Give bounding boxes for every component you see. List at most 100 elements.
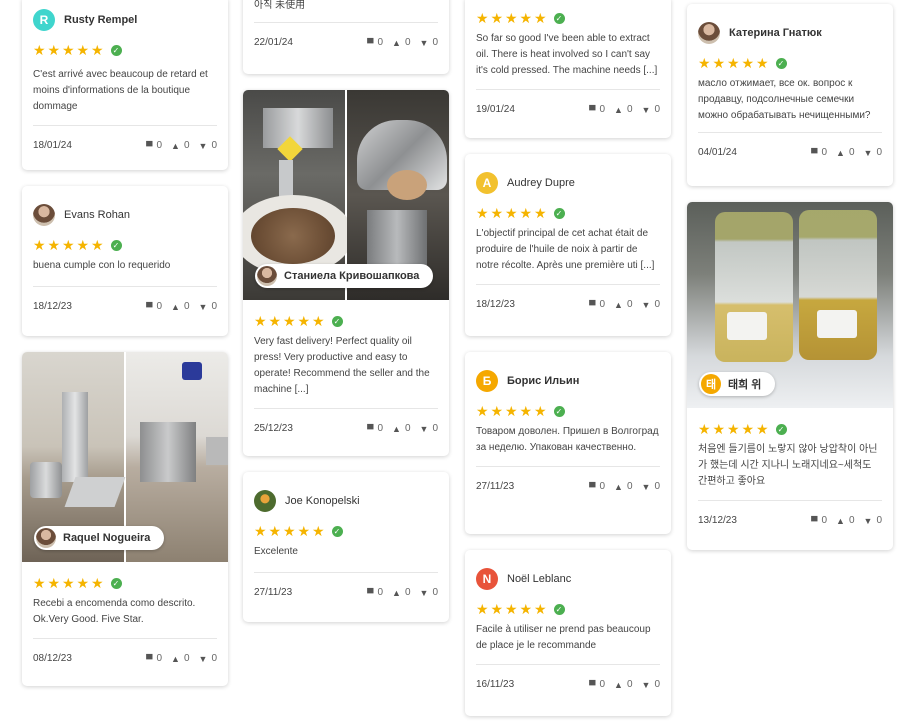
star-icon: ★ <box>254 523 267 539</box>
comment-icon: ▀ <box>146 301 153 312</box>
dislike-button[interactable]: ▼ 0 <box>642 104 660 115</box>
review-text: Товаром доволен. Пришел в Волгоград за н… <box>476 426 659 453</box>
like-count: 0 <box>626 299 633 310</box>
review-card[interactable]: Б Борис Ильин ★ ★ ★ ★ ★ ✓ Товаром доволен. При… <box>465 352 671 534</box>
reviewer-name[interactable]: Raquel Nogueira <box>63 532 150 544</box>
review-card[interactable]: Evans Rohan ★ ★ ★ ★ ★ ✓ buena cumple con lo r… <box>22 186 228 336</box>
star-icon: ★ <box>91 42 104 58</box>
reviewer-name[interactable]: Rusty Rempel <box>64 14 137 26</box>
dislike-button[interactable]: ▼ 0 <box>420 587 438 598</box>
comment-count: 0 <box>599 104 606 115</box>
reviewer-name[interactable]: Катерина Гнатюк <box>729 27 822 39</box>
like-button[interactable]: ▲ 0 <box>392 587 410 598</box>
comment-button[interactable]: ▀ 0 <box>811 147 827 158</box>
star-rating: ★ ★ ★ ★ ★ ✓ <box>254 314 438 328</box>
avatar: Б <box>476 370 498 392</box>
comment-button[interactable]: ▀ 0 <box>589 299 605 310</box>
dislike-button[interactable]: ▼ 0 <box>199 653 217 664</box>
review-card[interactable]: R Rusty Rempel ★ ★ ★ ★ ★ ✓ C'est arrivé avec b… <box>22 0 228 170</box>
review-card[interactable]: Станиела Кривошапкова ★ ★ ★ ★ ★ ✓ Very fast d… <box>243 90 449 456</box>
comment-count: 0 <box>377 587 384 598</box>
reviewer-name[interactable]: 태희 위 <box>728 376 761 392</box>
like-button[interactable]: ▲ 0 <box>171 301 189 312</box>
review-card[interactable]: ★ ★ ★ ★ ★ ✓ So far so good I've been able to … <box>465 0 671 138</box>
thumbs-up-icon: ▲ <box>614 299 623 310</box>
thumbs-down-icon: ▼ <box>419 587 429 598</box>
dislike-button[interactable]: ▼ 0 <box>420 423 438 434</box>
review-card[interactable]: N Noël Leblanc ★ ★ ★ ★ ★ ✓ Facile à utiliser n… <box>465 550 671 716</box>
star-icon: ★ <box>741 421 755 437</box>
review-card[interactable]: Joe Konopelski ★ ★ ★ ★ ★ ✓ Excelente 27/11/23… <box>243 472 449 622</box>
review-card[interactable]: Катерина Гнатюк ★ ★ ★ ★ ★ ✓ масло отжимает, в… <box>687 4 893 186</box>
like-button[interactable]: ▲ 0 <box>836 515 854 526</box>
comment-button[interactable]: ▀ 0 <box>589 679 605 690</box>
review-date: 27/11/23 <box>476 481 515 492</box>
like-button[interactable]: ▲ 0 <box>171 653 189 664</box>
like-button[interactable]: ▲ 0 <box>171 140 189 151</box>
like-count: 0 <box>404 37 411 48</box>
review-card[interactable]: 태 태희 위 ★ ★ ★ ★ ★ ✓ 처음엔 들기름이 노랗지 않아 낭압착이 아닌가 했는… <box>687 202 893 550</box>
review-text: Excelente <box>254 546 298 557</box>
reviewer-name[interactable]: Борис Ильин <box>507 375 579 387</box>
comment-icon: ▀ <box>146 653 153 664</box>
like-count: 0 <box>626 481 633 492</box>
like-button[interactable]: ▲ 0 <box>614 481 632 492</box>
comment-button[interactable]: ▀ 0 <box>589 104 605 115</box>
star-icon: ★ <box>698 421 711 437</box>
like-button[interactable]: ▲ 0 <box>836 147 854 158</box>
reviewer-name[interactable]: Audrey Dupre <box>507 177 575 189</box>
comment-button[interactable]: ▀ 0 <box>367 423 383 434</box>
star-icon: ★ <box>62 42 75 58</box>
review-text: C'est arrivé avec beaucoup de retard et … <box>33 69 208 112</box>
verified-check-icon: ✓ <box>775 57 787 69</box>
like-button[interactable]: ▲ 0 <box>392 423 410 434</box>
dislike-button[interactable]: ▼ 0 <box>864 147 882 158</box>
comment-button[interactable]: ▀ 0 <box>589 481 605 492</box>
dislike-button[interactable]: ▼ 0 <box>420 37 438 48</box>
reviewer-chip[interactable]: Raquel Nogueira <box>34 526 165 550</box>
like-button[interactable]: ▲ 0 <box>392 37 410 48</box>
dislike-button[interactable]: ▼ 0 <box>642 481 660 492</box>
comment-button[interactable]: ▀ 0 <box>367 37 383 48</box>
reviewer-chip[interactable]: Станиела Кривошапкова <box>255 264 434 288</box>
like-button[interactable]: ▲ 0 <box>614 679 632 690</box>
dislike-button[interactable]: ▼ 0 <box>199 301 217 312</box>
like-button[interactable]: ▲ 0 <box>614 104 632 115</box>
comment-button[interactable]: ▀ 0 <box>811 515 827 526</box>
comment-button[interactable]: ▀ 0 <box>367 587 383 598</box>
star-icon: ★ <box>519 601 533 617</box>
review-photos[interactable]: Станиела Кривошапкова <box>243 90 449 300</box>
reviewer-name[interactable]: Станиела Кривошапкова <box>284 270 419 282</box>
reviewer-chip[interactable]: 태 태희 위 <box>699 372 776 396</box>
comment-button[interactable]: ▀ 0 <box>146 301 162 312</box>
dislike-button[interactable]: ▼ 0 <box>642 679 660 690</box>
review-card[interactable]: 아직 未使用 22/01/24 ▀ 0 ▲ 0 ▼ 0 <box>243 0 449 74</box>
dislike-button[interactable]: ▼ 0 <box>864 515 882 526</box>
like-button[interactable]: ▲ 0 <box>614 299 632 310</box>
reviewer-name[interactable]: Noël Leblanc <box>507 573 571 585</box>
dislike-button[interactable]: ▼ 0 <box>199 140 217 151</box>
dislike-count: 0 <box>654 481 660 492</box>
thumbs-down-icon: ▼ <box>198 301 208 312</box>
dislike-count: 0 <box>432 37 438 48</box>
comment-button[interactable]: ▀ 0 <box>146 140 162 151</box>
star-icon: ★ <box>33 42 46 58</box>
thumbs-up-icon: ▲ <box>614 679 623 690</box>
star-icon: ★ <box>268 313 282 329</box>
review-photos[interactable]: Raquel Nogueira <box>22 352 228 562</box>
star-icon: ★ <box>490 403 504 419</box>
comment-icon: ▀ <box>811 147 818 158</box>
comment-button[interactable]: ▀ 0 <box>146 653 162 664</box>
star-icon: ★ <box>741 55 755 71</box>
dislike-button[interactable]: ▼ 0 <box>642 299 660 310</box>
reviewer-name[interactable]: Joe Konopelski <box>285 495 360 507</box>
verified-check-icon: ✓ <box>553 603 565 615</box>
thumbs-down-icon: ▼ <box>198 653 208 664</box>
star-icon: ★ <box>62 237 75 253</box>
review-photos[interactable]: 태 태희 위 <box>687 202 893 408</box>
review-card[interactable]: Raquel Nogueira ★ ★ ★ ★ ★ ✓ Recebi a encomend… <box>22 352 228 686</box>
review-card[interactable]: A Audrey Dupre ★ ★ ★ ★ ★ ✓ L'objectif principa… <box>465 154 671 336</box>
star-icon: ★ <box>476 403 489 419</box>
reviewer-name[interactable]: Evans Rohan <box>64 209 130 221</box>
avatar: A <box>476 172 498 194</box>
